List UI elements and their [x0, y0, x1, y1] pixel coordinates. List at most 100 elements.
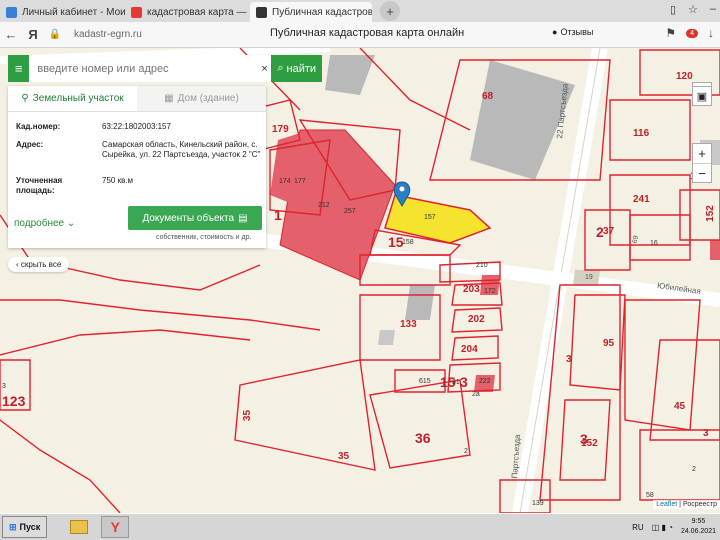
- parcel-label: 157: [424, 214, 436, 221]
- search-bar: ≡ × ⌕ найти: [8, 55, 322, 82]
- back-arrow-icon[interactable]: ←: [0, 27, 22, 42]
- more-details-link[interactable]: подробнее ⌄: [14, 218, 75, 229]
- windows-logo-icon: ⊞: [9, 521, 17, 532]
- hide-all-button[interactable]: ‹ скрыть все: [8, 257, 70, 272]
- parcel-label: 179: [272, 124, 289, 135]
- browser-tab-label: кадастровая карта — Янд: [147, 6, 250, 18]
- new-tab-button[interactable]: +: [380, 1, 400, 21]
- chat-bubble-icon: ●: [552, 27, 558, 37]
- parcel-label: 2: [464, 448, 468, 455]
- address-bar-icons: ⚑ 4 ↓: [665, 26, 714, 40]
- taskbar: ⊞ Пуск Y RU ◫ ▮ ◔ 9:55 24.06.2021: [0, 513, 720, 540]
- zoom-control: + −: [692, 143, 712, 183]
- zoom-out-button[interactable]: −: [693, 163, 711, 182]
- parcel-label: 68: [482, 91, 494, 102]
- cadastral-number-value: 63:22:1802003:157: [102, 122, 171, 131]
- tray-icons[interactable]: ◫ ▮ ◔: [652, 523, 673, 532]
- reviews-button[interactable]: ● Отзывы: [552, 27, 593, 37]
- parcel-label: 204: [461, 344, 478, 355]
- parcel-label: 35: [338, 451, 350, 462]
- window-controls: ▯ ☆ –: [670, 3, 716, 16]
- parcel-label: 123: [2, 393, 26, 409]
- map-pin-icon: ⚲: [21, 93, 29, 104]
- parcel-label: 58: [646, 492, 654, 499]
- parcel-label: 35: [242, 409, 254, 422]
- parcel-label: 139: [532, 500, 544, 507]
- file-explorer-button[interactable]: [65, 516, 93, 538]
- collections-icon[interactable]: ▯: [670, 3, 676, 16]
- parcel-label: 95: [603, 338, 615, 349]
- yandex-icon[interactable]: Я: [22, 27, 44, 42]
- parcel-label: 3: [566, 354, 572, 365]
- documents-subtitle: собственник, стоимость и др.: [156, 234, 252, 241]
- rosreestr-link[interactable]: Росреестр: [683, 501, 717, 508]
- bookmark-flag-icon[interactable]: ⚑: [665, 26, 676, 40]
- browser-tab-2[interactable]: кадастровая карта — Янд: [125, 2, 250, 22]
- browser-tab-3[interactable]: Публичная кадастровая ✕: [250, 2, 372, 22]
- parcel-label: 152: [704, 205, 716, 222]
- parcel-label: 120: [676, 71, 693, 82]
- parcel-label: 212: [318, 202, 330, 209]
- clock-date: 24.06.2021: [680, 528, 716, 535]
- browser-tab-strip: Личный кабинет - Мои об кадастровая карт…: [0, 0, 720, 22]
- kadastr-favicon-icon: [256, 6, 267, 18]
- lock-icon[interactable]: 🔒: [44, 29, 66, 40]
- fullscreen-button[interactable]: ▣: [692, 86, 712, 106]
- parcel-label: 133: [400, 319, 417, 330]
- search-icon: ⌕: [277, 62, 284, 74]
- browser-tab-label: Личный кабинет - Мои об: [22, 6, 125, 18]
- system-tray: RU ◫ ▮ ◔ 9:55 24.06.2021: [632, 517, 716, 537]
- parcel-label: 37: [603, 226, 615, 237]
- parcel-label: 615: [419, 378, 431, 385]
- area-value: 750 кв.м: [102, 176, 134, 185]
- url-field[interactable]: kadastr-egrn.ru: [74, 29, 244, 40]
- yandex-browser-icon: Y: [110, 519, 120, 535]
- search-button[interactable]: ⌕ найти: [271, 55, 322, 82]
- parcel-label: 222: [479, 378, 491, 385]
- browser-tab-label: Публичная кадастровая: [272, 6, 372, 18]
- more-details-label: подробнее: [14, 218, 65, 229]
- minimize-icon[interactable]: –: [710, 3, 716, 16]
- parcel-label: 45: [674, 401, 686, 412]
- start-button[interactable]: ⊞ Пуск: [2, 516, 48, 538]
- object-documents-button[interactable]: Документы объекта ▤: [128, 206, 262, 230]
- page-title: Публичная кадастровая карта онлайн: [270, 27, 465, 39]
- parcel-label: 2: [692, 466, 696, 473]
- leaflet-link[interactable]: Leaflet: [656, 501, 677, 508]
- parcel-label: 1: [274, 207, 282, 223]
- parcel-label: 19: [585, 274, 593, 281]
- parcel-label: 257: [344, 208, 356, 215]
- search-button-label: найти: [286, 62, 317, 75]
- reviews-label: Отзывы: [560, 27, 594, 37]
- browser-tab-1[interactable]: Личный кабинет - Мои об: [0, 2, 125, 22]
- tab-building[interactable]: ▦ Дом (здание): [137, 86, 266, 111]
- search-input[interactable]: [29, 55, 258, 82]
- chevron-down-icon: ⌄: [66, 218, 76, 229]
- bookmark-icon[interactable]: ☆: [688, 3, 698, 16]
- fullscreen-icon: ▣: [696, 90, 708, 103]
- url-text: kadastr-egrn.ru: [74, 29, 142, 40]
- parcel-label: 2а: [472, 391, 480, 398]
- cadastral-number-key: Кад.номер:: [16, 122, 61, 131]
- area-key: Уточненная площадь:: [16, 176, 63, 195]
- parcel-label: 174: [279, 178, 291, 185]
- language-indicator[interactable]: RU: [632, 523, 644, 532]
- parcel-label: 116: [633, 128, 650, 139]
- menu-button[interactable]: ≡: [8, 55, 30, 82]
- parcel-label: 152: [581, 438, 598, 449]
- building-icon: ▦: [164, 93, 174, 104]
- clear-search-icon[interactable]: ×: [257, 55, 272, 82]
- yandex-badge[interactable]: 4: [686, 28, 698, 38]
- building-red: [710, 240, 720, 260]
- parcel-label: 36: [415, 430, 431, 446]
- chevron-left-icon: ‹: [16, 260, 19, 269]
- download-icon[interactable]: ↓: [708, 26, 714, 40]
- tab-land-plot[interactable]: ⚲ Земельный участок: [8, 86, 137, 111]
- clock[interactable]: 9:55 24.06.2021: [681, 517, 716, 537]
- parcel-label: 3: [703, 428, 709, 439]
- zoom-in-button[interactable]: +: [693, 144, 711, 163]
- yandex-browser-button[interactable]: Y: [101, 516, 130, 538]
- parcel-label: 16: [650, 240, 658, 247]
- parcel-label: 3: [460, 374, 468, 390]
- address-bar: ← Я 🔒 kadastr-egrn.ru Публичная кадастро…: [0, 22, 720, 48]
